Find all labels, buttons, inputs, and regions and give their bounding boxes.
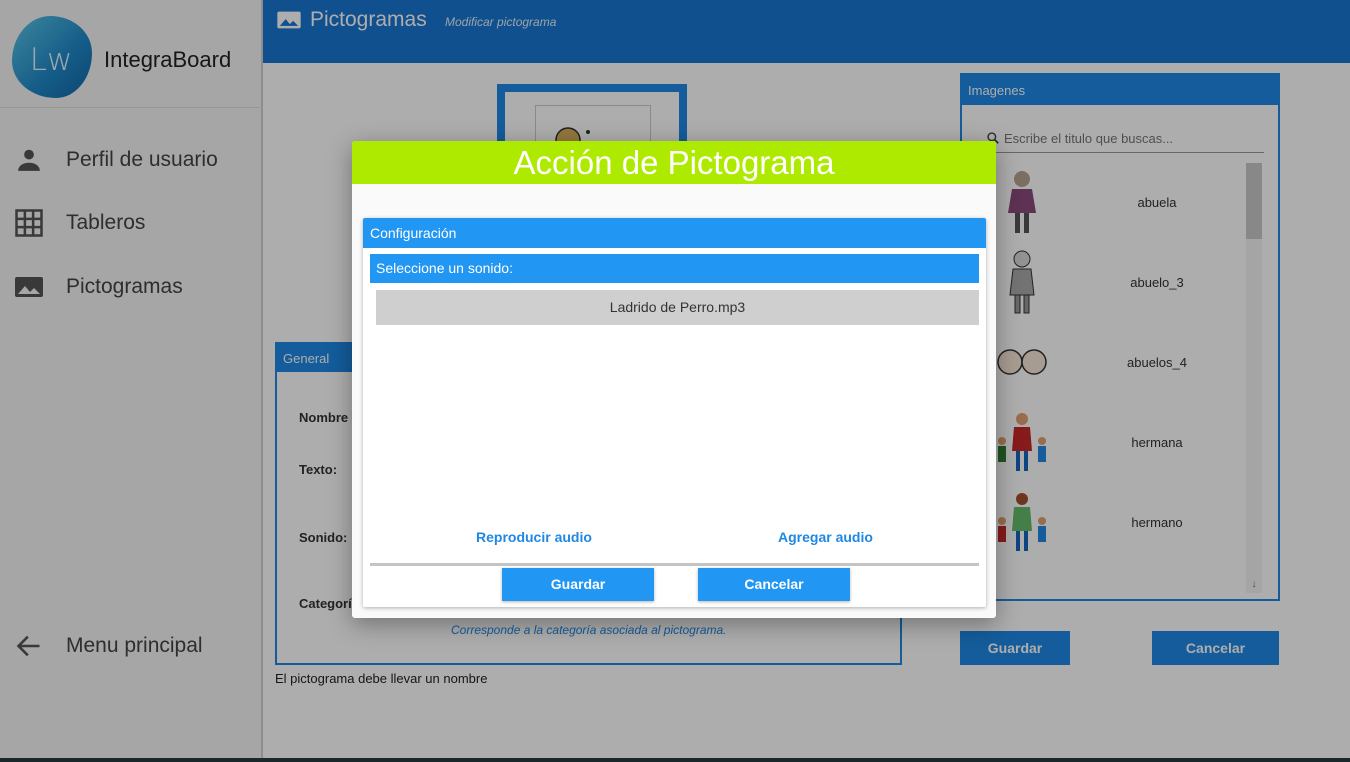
add-audio-button[interactable]: Agregar audio bbox=[778, 529, 873, 545]
play-audio-button[interactable]: Reproducir audio bbox=[476, 529, 592, 545]
dialog-cancel-button[interactable]: Cancelar bbox=[698, 568, 850, 601]
sound-list-item[interactable]: Ladrido de Perro.mp3 bbox=[376, 290, 979, 325]
dialog-title: Acción de Pictograma bbox=[352, 141, 996, 184]
divider bbox=[370, 563, 979, 566]
dialog-save-button[interactable]: Guardar bbox=[502, 568, 654, 601]
configuration-header: Configuración bbox=[363, 218, 986, 248]
sound-select-header: Seleccione un sonido: bbox=[370, 254, 979, 283]
configuration-card: Configuración Seleccione un sonido: Ladr… bbox=[363, 218, 986, 607]
pictogram-action-dialog: Acción de Pictograma Configuración Selec… bbox=[352, 141, 996, 618]
